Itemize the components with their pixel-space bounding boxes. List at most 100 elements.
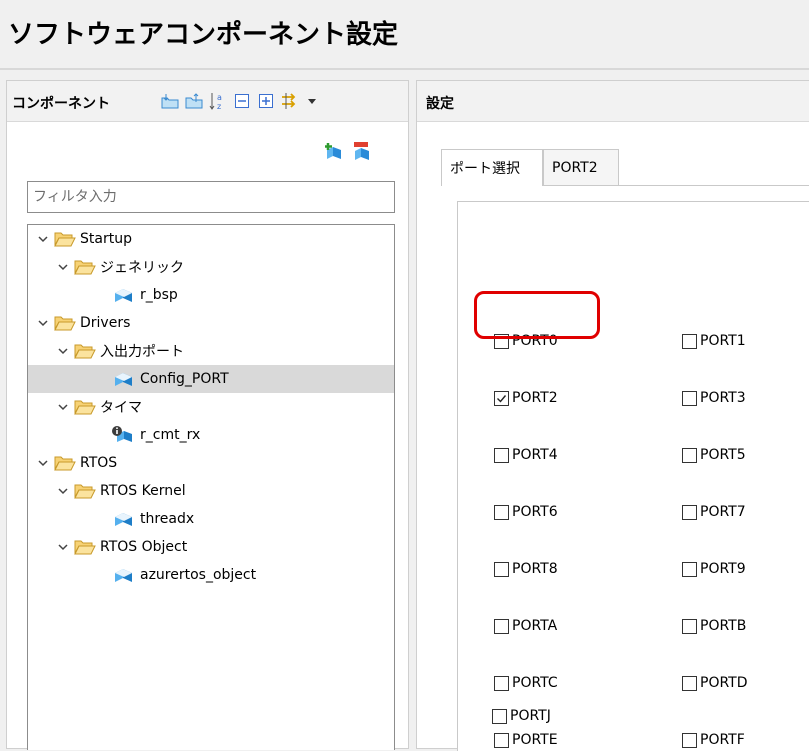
chevron-down-icon[interactable] (56, 260, 70, 274)
checkbox-unchecked-icon[interactable] (682, 504, 697, 520)
tree-item-azurertos-object[interactable]: azurertos_object (28, 561, 394, 589)
chevron-down-icon[interactable] (56, 484, 70, 498)
component-toolbar: コンポーネント az (7, 81, 408, 122)
header-divider (0, 68, 809, 70)
port9-checkbox[interactable]: PORT9 (682, 559, 746, 579)
port-label: PORTF (700, 732, 745, 748)
remove-component-icon[interactable] (351, 141, 371, 165)
tree-item-r-cmt-rx[interactable]: r_cmt_rx (28, 421, 394, 449)
checkbox-unchecked-icon[interactable] (494, 732, 509, 748)
tree-item-label: 入出力ポート (100, 344, 184, 360)
page-title: ソフトウェアコンポーネント設定 (8, 20, 399, 50)
port7-checkbox[interactable]: PORT7 (682, 502, 746, 522)
link-arrows-icon[interactable] (280, 91, 300, 111)
collapse-all-icon[interactable] (232, 91, 252, 111)
settings-panel: 設定 ポート選択 PORT2 PORT0 PORT1 PORT2 PORT3 P… (416, 80, 809, 751)
tree-item-timer[interactable]: タイマ (28, 393, 394, 421)
porte-checkbox[interactable]: PORTE (494, 730, 558, 750)
tree-item-rtos-kernel[interactable]: RTOS Kernel (28, 477, 394, 505)
tree-item-label: ジェネリック (100, 260, 184, 276)
component-tree: Startup ジェネリック r_bsp Drivers 入出力ポート Conf… (27, 224, 395, 750)
tree-item-config-port[interactable]: Config_PORT (28, 365, 394, 393)
checkbox-unchecked-icon[interactable] (494, 504, 509, 520)
port1-checkbox[interactable]: PORT1 (682, 331, 746, 351)
portj-checkbox[interactable]: PORTJ (492, 706, 551, 726)
tree-item-label: r_bsp (140, 287, 178, 303)
chevron-down-icon[interactable] (36, 316, 50, 330)
svg-text:z: z (217, 102, 221, 111)
checkbox-unchecked-icon[interactable] (492, 708, 507, 724)
filter-input[interactable] (27, 181, 395, 213)
tree-item-threadx[interactable]: threadx (28, 505, 394, 533)
checkbox-checked-icon[interactable] (494, 390, 509, 406)
folder-open-icon (74, 259, 96, 275)
tree-item-io-port[interactable]: 入出力ポート (28, 337, 394, 365)
port-label: PORT7 (700, 504, 746, 520)
portf-checkbox[interactable]: PORTF (682, 730, 745, 750)
component-panel-title: コンポーネント (12, 96, 110, 112)
tree-item-label: Config_PORT (140, 371, 229, 387)
folder-open-icon (74, 483, 96, 499)
portb-checkbox[interactable]: PORTB (682, 616, 746, 636)
chevron-down-icon[interactable] (36, 232, 50, 246)
checkbox-unchecked-icon[interactable] (682, 618, 697, 634)
checkbox-unchecked-icon[interactable] (494, 561, 509, 577)
checkbox-unchecked-icon[interactable] (682, 447, 697, 463)
highlight-annotation (474, 291, 600, 339)
chevron-down-icon[interactable] (56, 344, 70, 358)
sort-alpha-icon[interactable]: az (208, 91, 228, 111)
collapse-folder-icon[interactable] (160, 91, 180, 111)
folder-open-icon (54, 315, 76, 331)
port6-checkbox[interactable]: PORT6 (494, 502, 558, 522)
tree-item-rtos-object[interactable]: RTOS Object (28, 533, 394, 561)
port-label: PORTC (512, 675, 558, 691)
tab-port-select[interactable]: ポート選択 (441, 149, 543, 186)
port-label: PORT6 (512, 504, 558, 520)
checkbox-unchecked-icon[interactable] (682, 732, 697, 748)
expand-folder-icon[interactable] (184, 91, 204, 111)
tree-item-r-bsp[interactable]: r_bsp (28, 281, 394, 309)
dropdown-icon[interactable] (302, 91, 322, 111)
tree-item-label: Drivers (80, 315, 131, 331)
port-label: PORTE (512, 732, 558, 748)
tab-port2[interactable]: PORT2 (543, 149, 619, 185)
checkbox-unchecked-icon[interactable] (682, 561, 697, 577)
expand-all-icon[interactable] (256, 91, 276, 111)
chevron-down-icon[interactable] (36, 456, 50, 470)
port3-checkbox[interactable]: PORT3 (682, 388, 746, 408)
tree-item-startup[interactable]: Startup (28, 225, 394, 253)
folder-open-icon (74, 539, 96, 555)
port2-checkbox[interactable]: PORT2 (494, 388, 558, 408)
port5-checkbox[interactable]: PORT5 (682, 445, 746, 465)
checkbox-unchecked-icon[interactable] (682, 675, 697, 691)
checkbox-unchecked-icon[interactable] (494, 447, 509, 463)
tree-item-generic[interactable]: ジェネリック (28, 253, 394, 281)
port-label: PORT5 (700, 447, 746, 463)
settings-panel-title: 設定 (426, 96, 454, 112)
port-label: PORT8 (512, 561, 558, 577)
checkbox-unchecked-icon[interactable] (682, 390, 697, 406)
chevron-down-icon[interactable] (56, 540, 70, 554)
checkbox-unchecked-icon[interactable] (682, 333, 697, 349)
tree-item-label: Startup (80, 231, 132, 247)
tree-item-label: azurertos_object (140, 567, 257, 583)
portc-checkbox[interactable]: PORTC (494, 673, 558, 693)
settings-tabs: ポート選択 PORT2 (441, 145, 809, 186)
tree-item-rtos[interactable]: RTOS (28, 449, 394, 477)
component-cube-icon (112, 565, 134, 585)
port8-checkbox[interactable]: PORT8 (494, 559, 558, 579)
port4-checkbox[interactable]: PORT4 (494, 445, 558, 465)
port-label: PORTJ (510, 708, 551, 724)
folder-open-icon (54, 231, 76, 247)
portd-checkbox[interactable]: PORTD (682, 673, 748, 693)
porta-checkbox[interactable]: PORTA (494, 616, 557, 636)
port-label: PORT9 (700, 561, 746, 577)
chevron-down-icon[interactable] (56, 400, 70, 414)
tree-item-label: threadx (140, 511, 195, 527)
checkbox-unchecked-icon[interactable] (494, 618, 509, 634)
component-cube-icon (112, 509, 134, 529)
add-component-icon[interactable] (325, 141, 345, 165)
tree-item-drivers[interactable]: Drivers (28, 309, 394, 337)
port-label: PORTA (512, 618, 558, 634)
checkbox-unchecked-icon[interactable] (494, 675, 509, 691)
